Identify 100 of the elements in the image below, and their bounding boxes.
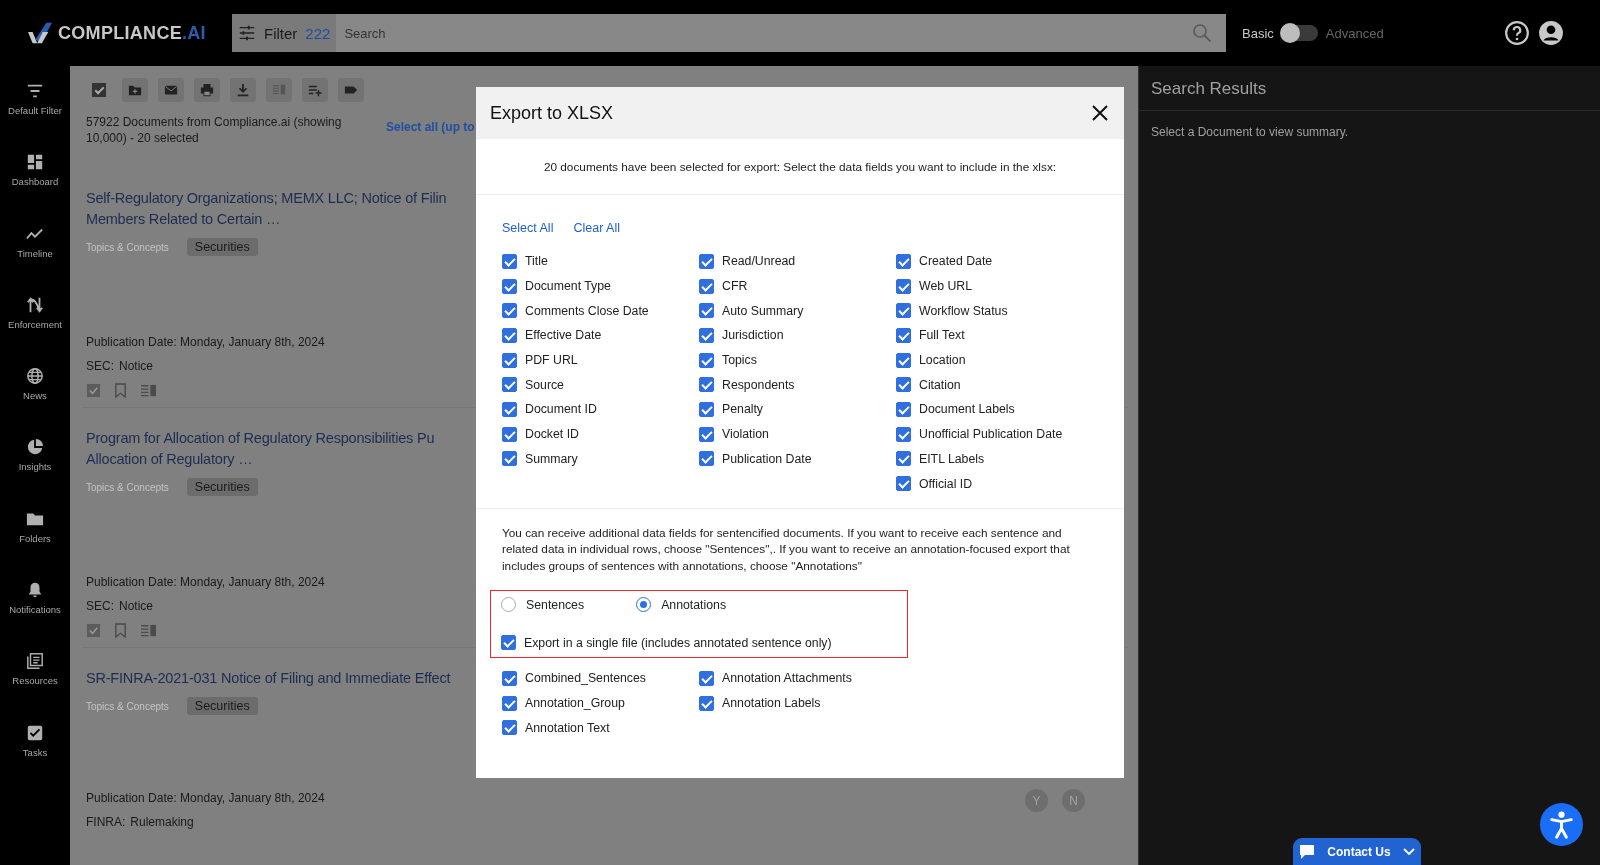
document-title[interactable]: Program for Allocation of Regulatory Responsibilities Pu Allocation of Regulatory … <box>86 428 435 470</box>
checkbox[interactable] <box>896 401 911 417</box>
checkbox[interactable] <box>699 426 714 442</box>
checkbox[interactable] <box>896 303 911 319</box>
user-icon[interactable] <box>1538 20 1564 46</box>
mode-toggle[interactable] <box>1281 25 1318 41</box>
tag-label: Topics & Concepts <box>86 700 169 712</box>
topic-tag[interactable]: Securities <box>186 238 258 256</box>
chevron-icon <box>1402 847 1415 856</box>
tag-icon[interactable] <box>338 78 364 102</box>
filter-button[interactable]: Filter 222 <box>232 14 337 52</box>
logo-text: COMPLIANCE.AI <box>58 22 206 44</box>
sidebar-item[interactable]: Folders <box>0 509 70 582</box>
sidebar-item[interactable]: Notifications <box>0 581 70 653</box>
field-label: Document Labels <box>919 402 1015 417</box>
sidebar-item[interactable]: Resources <box>0 652 70 724</box>
checkbox[interactable] <box>502 426 517 442</box>
checkbox[interactable] <box>502 451 517 467</box>
contact-button[interactable]: Contact Us <box>1293 838 1421 865</box>
help-icon[interactable] <box>1504 20 1530 46</box>
checkbox[interactable] <box>502 327 517 343</box>
sidebar-item[interactable]: Enforcement <box>0 295 70 368</box>
results-summary: 57922 Documents from Compliance.ai (showing 10,000) - 20 selected <box>86 114 343 146</box>
sidebar-item[interactable]: Timeline <box>0 224 70 296</box>
checkbox[interactable] <box>699 451 714 467</box>
field-label: Auto Summary <box>722 303 804 318</box>
checkbox[interactable] <box>896 451 911 467</box>
checkbox[interactable] <box>502 670 517 686</box>
agency-label: SEC: <box>86 359 114 373</box>
panel-title: Search Results <box>1139 66 1600 111</box>
filter-icon <box>26 82 44 100</box>
field-label: Annotation Attachments <box>722 671 852 686</box>
field-label: PDF URL <box>525 353 578 368</box>
mail-icon[interactable] <box>158 78 184 102</box>
sidebar-item[interactable]: Insights <box>0 438 70 510</box>
select-all-checkbox[interactable] <box>92 83 106 97</box>
checkbox[interactable] <box>502 695 517 711</box>
globe-icon <box>26 367 44 386</box>
topic-tag[interactable]: Securities <box>186 478 258 496</box>
checkbox[interactable] <box>896 327 911 343</box>
checkbox-icon <box>26 723 44 742</box>
checkbox[interactable] <box>896 278 911 294</box>
close-icon[interactable] <box>1092 105 1108 121</box>
panel-message: Select a Document to view summary. <box>1150 124 1350 141</box>
checkbox[interactable] <box>502 720 517 736</box>
field-label: Citation <box>919 377 961 392</box>
checkbox[interactable] <box>896 476 911 492</box>
select-all-link[interactable]: Select All <box>502 221 554 235</box>
checkbox[interactable] <box>699 695 714 711</box>
checkbox[interactable] <box>502 253 517 269</box>
field-label: Violation <box>722 427 769 442</box>
field-label: Created Date <box>919 254 993 269</box>
clear-all-link[interactable]: Clear All <box>573 221 620 235</box>
checkbox[interactable] <box>502 401 517 417</box>
topic-tag[interactable]: Securities <box>186 697 258 715</box>
field-label: Topics <box>722 353 757 368</box>
field-label: Combined_Sentences <box>525 671 646 686</box>
checkbox-label: Export in a single file (includes annotated sentence only) <box>524 635 832 650</box>
checkbox[interactable] <box>502 377 517 393</box>
publication-date: Publication Date: Monday, January 8th, 2024 <box>86 575 325 589</box>
publication-date: Publication Date: Monday, January 8th, 2024 <box>86 335 325 349</box>
field-label: Annotation Labels <box>722 696 821 711</box>
checkbox-icon[interactable] <box>86 623 101 638</box>
document-type: Notice <box>119 359 154 373</box>
document-title[interactable]: Self-Regulatory Organizations; MEMX LLC; Notice of Filin Members Related to Certain … <box>86 188 447 230</box>
sidebar-item[interactable]: Dashboard <box>0 153 70 225</box>
checkbox[interactable] <box>896 377 911 393</box>
checkbox-icon[interactable] <box>86 383 101 398</box>
checkbox[interactable] <box>699 253 714 269</box>
print-icon[interactable] <box>194 78 220 102</box>
add-folder-icon[interactable] <box>122 78 148 102</box>
add-list-icon[interactable] <box>302 78 328 102</box>
document-type: Rulemaking <box>130 815 194 829</box>
checkbox[interactable] <box>501 635 516 651</box>
checkbox[interactable] <box>699 327 714 343</box>
field-label: Unofficial Publication Date <box>919 427 1063 442</box>
checkbox[interactable] <box>896 253 911 269</box>
documents-icon <box>26 652 44 671</box>
checkbox[interactable] <box>699 352 714 368</box>
download-icon[interactable] <box>230 78 256 102</box>
checkbox[interactable] <box>502 352 517 368</box>
checkbox[interactable] <box>699 401 714 417</box>
field-label: Respondents <box>722 377 795 392</box>
radio-label: Annotations <box>661 597 727 612</box>
checkbox[interactable] <box>699 377 714 393</box>
checkbox[interactable] <box>502 303 517 319</box>
sidebar-item[interactable]: News <box>0 367 70 439</box>
field-label: Location <box>919 353 966 368</box>
checkbox[interactable] <box>502 278 517 294</box>
accessibility-icon[interactable] <box>1540 803 1583 846</box>
checkbox[interactable] <box>896 352 911 368</box>
sidebar-item[interactable]: Default Filter <box>0 82 70 154</box>
publication-date: Publication Date: Monday, January 8th, 2024 <box>86 791 325 805</box>
tag-label: Topics & Concepts <box>86 241 169 253</box>
checkbox[interactable] <box>699 278 714 294</box>
checkbox[interactable] <box>896 426 911 442</box>
sidebar-item[interactable]: Tasks <box>0 723 70 795</box>
document-title[interactable]: SR-FINRA-2021-031 Notice of Filing and Immediate Effect <box>86 668 451 689</box>
checkbox[interactable] <box>699 670 714 686</box>
checkbox[interactable] <box>699 303 714 319</box>
